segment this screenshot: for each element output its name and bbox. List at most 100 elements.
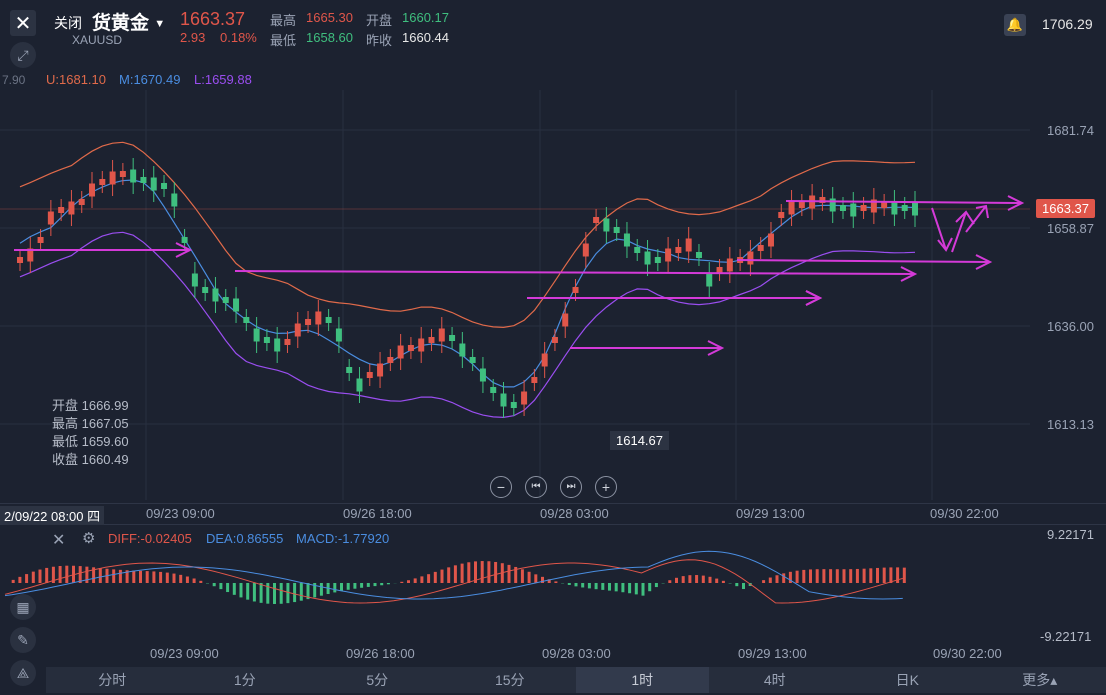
ohlc-open: 开盘 1666.99 [52,398,129,413]
candle-body [562,313,569,327]
indicator-icon[interactable]: ⟁ [10,660,36,686]
price-tick: 1658.87 [1047,221,1094,236]
candle-body [572,287,579,293]
annotation-arrow-down [931,207,953,252]
close-label[interactable]: 关闭 [54,13,82,33]
macd-bar [31,571,35,583]
candle-body [315,311,322,325]
macd-histogram [11,561,906,604]
macd-bar [440,569,444,583]
tab-daily[interactable]: 日K [841,667,974,693]
expand-icon[interactable]: ⤢ [10,42,36,68]
bell-icon[interactable]: 🔔 [1004,14,1026,36]
macd-bar [882,567,886,583]
macd-bar [641,583,645,596]
candle-body [263,337,270,343]
macd-bar [467,562,471,583]
macd-time-tick: 09/29 13:00 [738,646,807,661]
close-icon[interactable]: ✕ [10,10,36,36]
macd-bar [554,581,558,583]
tab-more[interactable]: 更多▴ [974,667,1106,693]
macd-bar [239,583,243,598]
low-value: 1658.60 [306,30,353,45]
macd-bar [654,583,658,588]
candle-body [891,201,898,215]
candle-body [17,257,23,263]
candle-body [68,201,75,215]
candle-body [654,257,661,263]
zoom-in-icon[interactable]: + [595,476,617,498]
scroll-right-icon[interactable]: ⏭ [560,476,582,498]
macd-bar [38,569,42,583]
candle-body [325,317,332,323]
candle-body [130,169,137,183]
macd-bar [333,583,337,593]
macd-bar [829,569,833,583]
macd-bar [581,583,585,588]
macd-bar [802,569,806,583]
candle-body [37,237,44,243]
candle-body [716,267,723,273]
macd-bar [226,583,230,593]
macd-bar [795,570,799,583]
candle-body [675,247,682,253]
macd-bar [701,575,705,583]
tab-5min[interactable]: 5分 [311,667,444,693]
candle-body [99,179,106,185]
macd-bar [259,583,263,603]
candle-body [479,368,486,382]
tab-1hour[interactable]: 1时 [576,667,709,693]
candle-body [747,251,754,265]
tab-timeshare[interactable]: 分时 [46,667,179,693]
macd-bar [118,569,122,583]
zoom-out-icon[interactable]: − [490,476,512,498]
macd-bar [152,571,156,583]
candle-body [407,345,414,351]
indicator-clip: 7.90 [2,73,26,87]
macd-bar [319,583,323,596]
macd-bar [407,580,410,583]
symbol-title[interactable]: 货黄金 ▼ [92,8,165,35]
candle-body [274,338,281,352]
boll-lower: L:1659.88 [194,72,252,87]
candle-body [901,205,908,211]
macd-bar [594,583,598,590]
macd-time-tick: 09/23 09:00 [150,646,219,661]
macd-bar [145,571,149,583]
macd-bar [58,566,62,583]
candle-body [603,218,610,232]
tab-15min[interactable]: 15分 [444,667,577,693]
scroll-left-icon[interactable]: ⏮ [525,476,547,498]
candle-body [78,199,85,205]
low-label: 最低 [270,33,297,48]
macd-bar [889,567,893,583]
chevron-down-icon[interactable]: ▼ [154,18,165,30]
macd-bar [25,574,29,583]
macd-chart [4,550,906,604]
candle-body [191,273,198,287]
candle-body [161,183,168,189]
macd-bar [869,568,873,583]
time-tick: 09/26 18:00 [343,506,412,521]
macd-bar [715,578,719,583]
current-price: 1663.37 [180,9,246,29]
high-label: 最高 [270,13,297,28]
candle-body [428,337,435,343]
tab-1min[interactable]: 1分 [179,667,312,693]
candle-body [850,203,857,217]
price-tick: 1681.74 [1047,123,1094,138]
macd-bar [65,565,69,583]
macd-bar [192,578,196,583]
macd-bar [621,583,625,593]
macd-bar [507,564,511,583]
candle-body [335,328,342,342]
macd-bar [219,583,223,590]
candlestick-chart[interactable] [0,90,1106,500]
candle-body [449,335,456,341]
macd-bar [902,567,906,583]
macd-time-tick: 09/26 18:00 [346,646,415,661]
time-tick: 09/30 22:00 [930,506,999,521]
macd-bar [232,583,236,595]
candle-body [89,183,96,197]
tab-4hour[interactable]: 4时 [709,667,842,693]
